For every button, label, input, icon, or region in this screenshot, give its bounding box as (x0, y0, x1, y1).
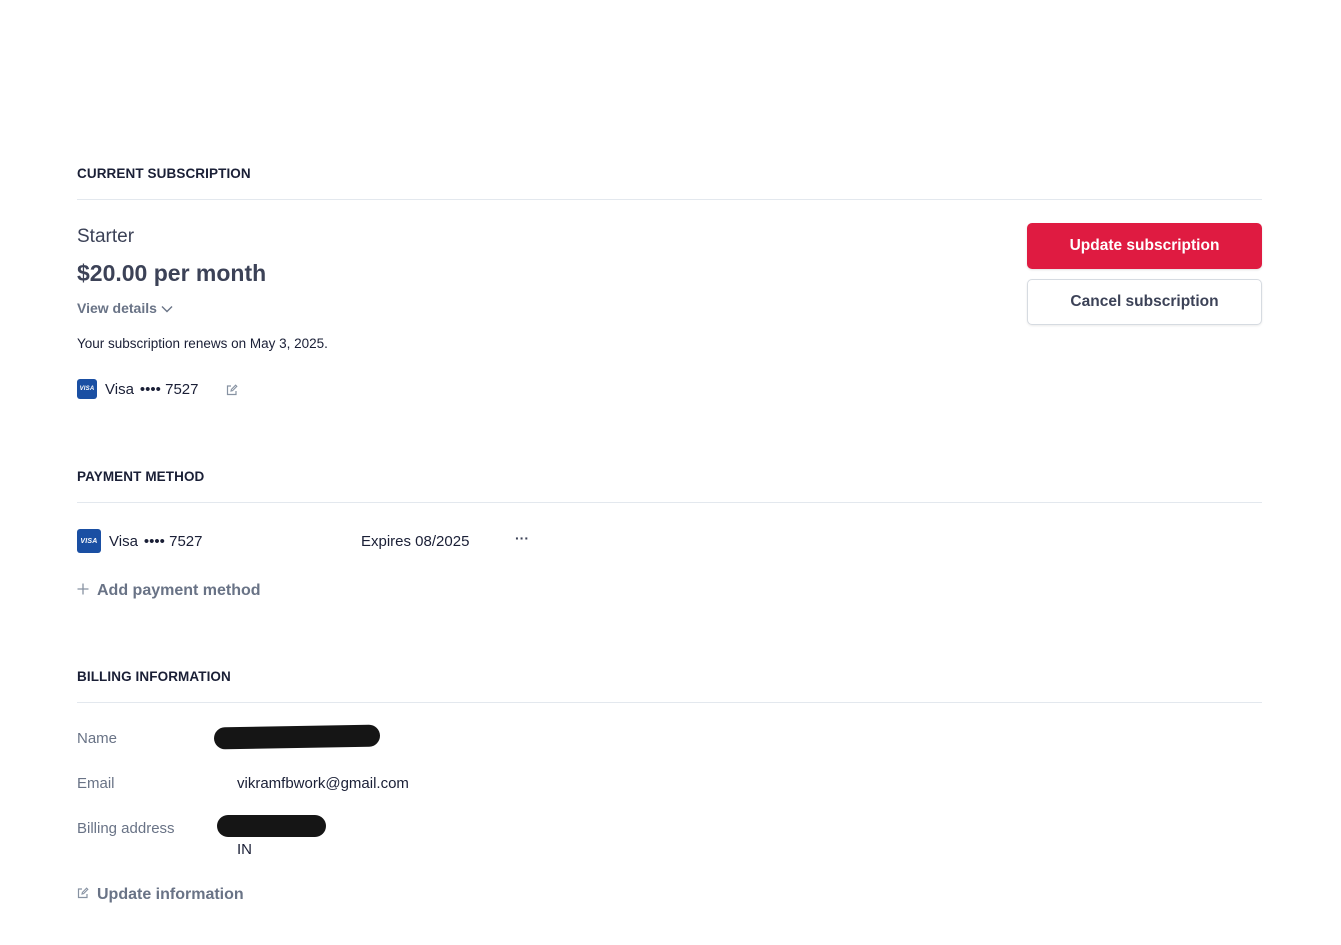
plan-price: $20.00 per month (77, 260, 267, 286)
more-options-icon[interactable]: ··· (515, 530, 529, 546)
view-details-toggle[interactable]: View details (77, 300, 173, 316)
card-brand: Visa (109, 532, 138, 550)
redacted-address (217, 815, 326, 837)
card-masked-number: •••• 7527 (139, 380, 199, 398)
address-country: IN (237, 841, 252, 858)
view-details-label: View details (77, 300, 157, 316)
update-information-link[interactable]: Update information (77, 886, 244, 904)
add-payment-method-label: Add payment method (97, 582, 261, 599)
plus-icon (77, 582, 89, 600)
divider (77, 199, 1262, 200)
card-masked-number: •••• 7527 (143, 532, 203, 550)
email-label: Email (77, 775, 115, 792)
name-label: Name (77, 730, 118, 747)
email-value: vikramfbwork@gmail.com (237, 775, 409, 792)
payment-method-row: VISA Visa •••• 7527 (77, 529, 547, 553)
chevron-down-icon (161, 300, 173, 316)
subscription-card: VISA Visa •••• 7527 (77, 379, 198, 399)
payment-method-heading: PAYMENT METHOD (77, 469, 205, 484)
update-information-label: Update information (97, 886, 244, 903)
edit-icon (77, 886, 89, 904)
card-expiry: Expires 08/2025 (361, 533, 470, 550)
current-subscription-heading: CURRENT SUBSCRIPTION (77, 166, 251, 181)
divider (77, 702, 1262, 703)
billing-address-label: Billing address (77, 820, 175, 837)
add-payment-method-link[interactable]: Add payment method (77, 582, 261, 600)
card-brand: Visa (105, 380, 134, 398)
update-subscription-button[interactable]: Update subscription (1027, 223, 1262, 269)
renewal-text: Your subscription renews on May 3, 2025. (77, 336, 328, 351)
cancel-subscription-button[interactable]: Cancel subscription (1027, 279, 1262, 325)
billing-information-heading: BILLING INFORMATION (77, 669, 231, 684)
redacted-name (213, 724, 381, 750)
edit-icon[interactable] (226, 383, 238, 401)
divider (77, 502, 1262, 503)
visa-card-icon: VISA (77, 379, 97, 399)
visa-card-icon: VISA (77, 529, 101, 553)
plan-name: Starter (77, 226, 135, 247)
